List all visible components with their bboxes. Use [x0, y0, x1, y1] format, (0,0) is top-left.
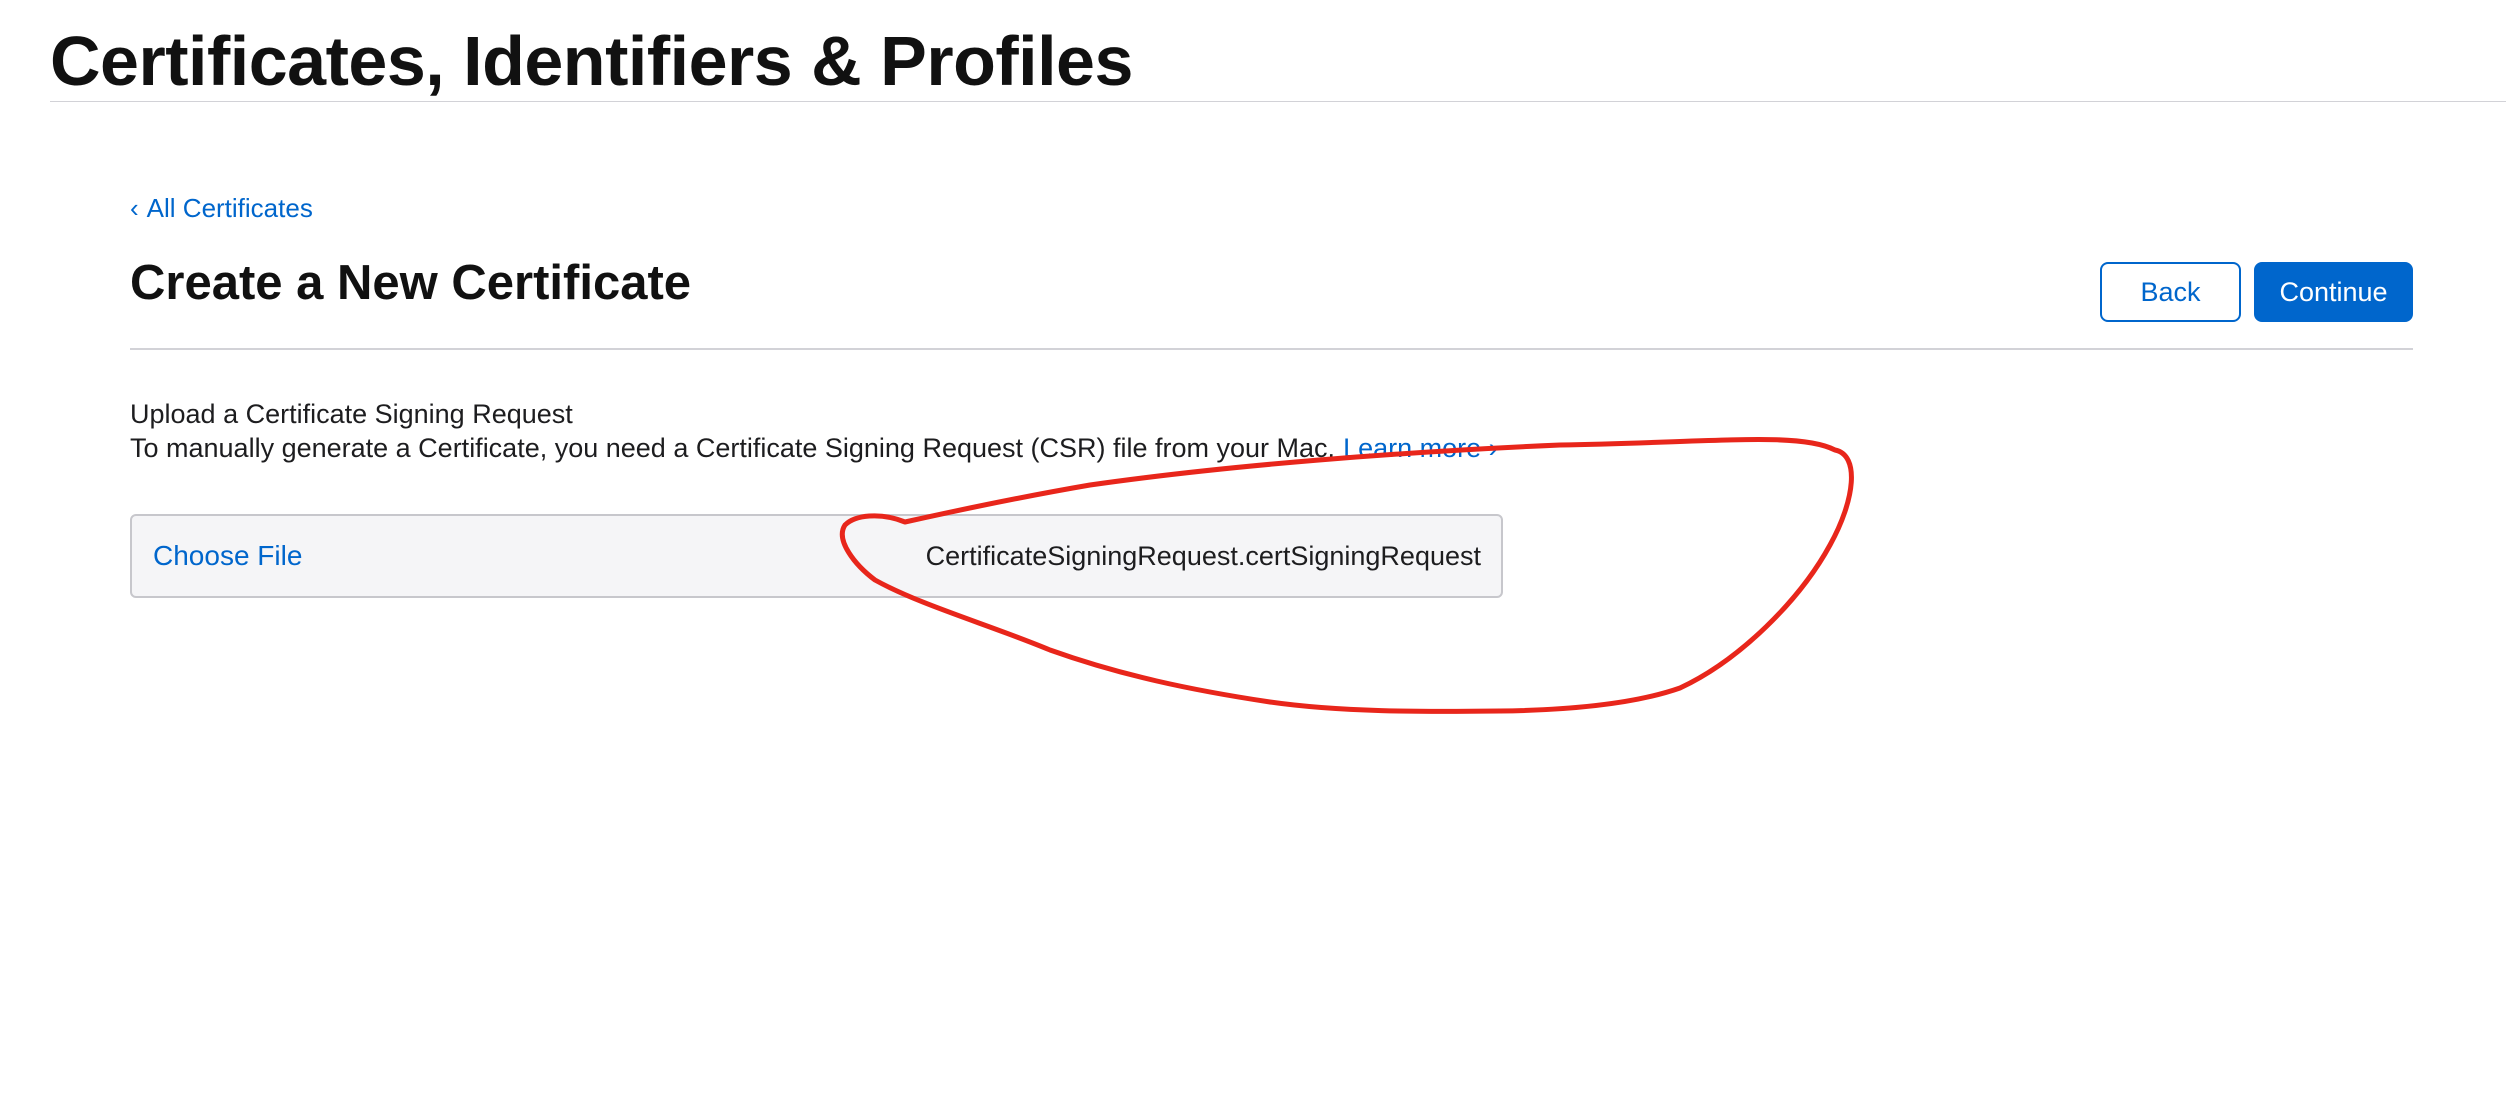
- back-button[interactable]: Back: [2100, 262, 2241, 322]
- all-certificates-label: All Certificates: [146, 193, 313, 223]
- upload-section-description: To manually generate a Certificate, you …: [130, 431, 1498, 465]
- all-certificates-link[interactable]: ‹ All Certificates: [130, 190, 313, 226]
- section-divider: [130, 348, 2413, 350]
- upload-section-title: Upload a Certificate Signing Request: [130, 399, 573, 429]
- chevron-left-icon: ‹: [130, 193, 139, 223]
- csr-file-input[interactable]: Choose File CertificateSigningRequest.ce…: [130, 514, 1503, 598]
- page: Certificates, Identifiers & Profiles ‹ Al…: [0, 0, 2506, 1120]
- upload-description-text: To manually generate a Certificate, you …: [130, 433, 1336, 463]
- selected-file-name: CertificateSigningRequest.certSigningReq…: [925, 541, 1481, 571]
- choose-file-button[interactable]: Choose File: [153, 516, 302, 596]
- page-heading: Create a New Certificate: [130, 256, 692, 310]
- learn-more-link[interactable]: Learn more ›: [1343, 433, 1498, 463]
- site-title: Certificates, Identifiers & Profiles: [50, 22, 1133, 100]
- header-divider: [50, 101, 2506, 102]
- continue-button[interactable]: Continue: [2254, 262, 2413, 322]
